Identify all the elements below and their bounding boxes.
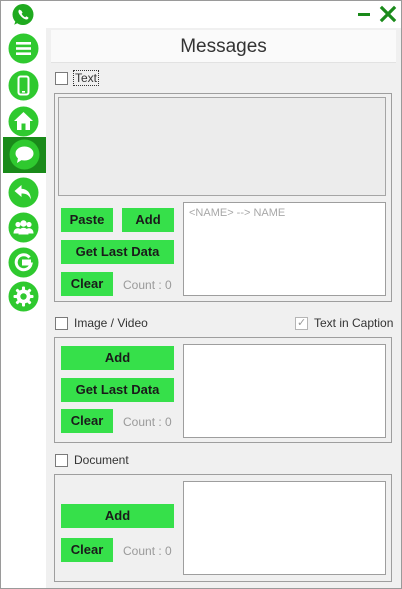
phone-icon: [8, 70, 39, 101]
text-message-area[interactable]: [58, 97, 386, 196]
sidebar-item-settings[interactable]: [8, 281, 39, 312]
names-list[interactable]: <NAME> --> NAME: [183, 202, 386, 296]
menu-icon: [8, 33, 39, 64]
image-files-list[interactable]: [183, 344, 386, 438]
document-files-list[interactable]: [183, 481, 386, 575]
document-checkbox-box[interactable]: [55, 453, 68, 467]
minimize-icon[interactable]: [355, 5, 373, 23]
document-count-label: Count : 0: [123, 544, 172, 558]
close-icon[interactable]: [379, 5, 397, 23]
image-clear-button[interactable]: Clear: [61, 409, 113, 433]
settings-icon: [8, 281, 39, 312]
text-count-label: Count : 0: [123, 278, 172, 292]
reply-icon: [8, 177, 39, 208]
sidebar-item-reply[interactable]: [8, 177, 39, 208]
image-video-checkbox-label: Image / Video: [74, 316, 148, 330]
main-content: Messages Text Paste Add Get Last Data Cl…: [46, 28, 401, 588]
sidebar-item-google[interactable]: [8, 247, 39, 278]
title-bar: [1, 1, 401, 28]
image-count-label: Count : 0: [123, 415, 172, 429]
sidebar-item-contacts[interactable]: [8, 212, 39, 243]
document-add-button[interactable]: Add: [61, 504, 174, 528]
text-clear-button[interactable]: Clear: [61, 272, 113, 296]
sidebar-item-menu[interactable]: [8, 33, 39, 64]
names-placeholder: <NAME> --> NAME: [189, 207, 286, 219]
text-in-caption-checkbox-box[interactable]: [295, 316, 308, 330]
sidebar-item-chat[interactable]: [3, 137, 46, 173]
sidebar-item-home[interactable]: [8, 106, 39, 137]
text-get-last-data-button[interactable]: Get Last Data: [61, 240, 174, 264]
document-checkbox[interactable]: Document: [55, 453, 129, 467]
sidebar-item-phone[interactable]: [8, 70, 39, 101]
text-checkbox[interactable]: Text: [55, 70, 100, 86]
text-checkbox-label: Text: [72, 70, 100, 86]
text-in-caption-checkbox[interactable]: Text in Caption: [295, 316, 393, 330]
app-window: Messages Text Paste Add Get Last Data Cl…: [0, 0, 402, 589]
google-icon: [8, 247, 39, 278]
whatsapp-icon: [12, 4, 34, 25]
document-checkbox-label: Document: [74, 453, 129, 467]
sidebar: [1, 28, 46, 588]
text-checkbox-box[interactable]: [55, 71, 68, 85]
text-in-caption-label: Text in Caption: [314, 316, 394, 330]
document-group: Add Clear Count : 0: [54, 474, 392, 582]
image-get-last-data-button[interactable]: Get Last Data: [61, 378, 174, 402]
text-group: Paste Add Get Last Data Clear Count : 0 …: [54, 93, 392, 302]
contacts-icon: [8, 212, 39, 243]
home-icon: [8, 106, 39, 137]
paste-button[interactable]: Paste: [61, 208, 113, 232]
page-title: Messages: [51, 30, 396, 63]
image-video-group: Add Get Last Data Clear Count : 0: [54, 337, 392, 443]
image-add-button[interactable]: Add: [61, 346, 174, 370]
document-clear-button[interactable]: Clear: [61, 538, 113, 562]
image-video-checkbox-box[interactable]: [55, 316, 68, 330]
chat-icon: [9, 139, 40, 170]
text-add-button[interactable]: Add: [122, 208, 174, 232]
image-video-checkbox[interactable]: Image / Video: [55, 316, 148, 330]
